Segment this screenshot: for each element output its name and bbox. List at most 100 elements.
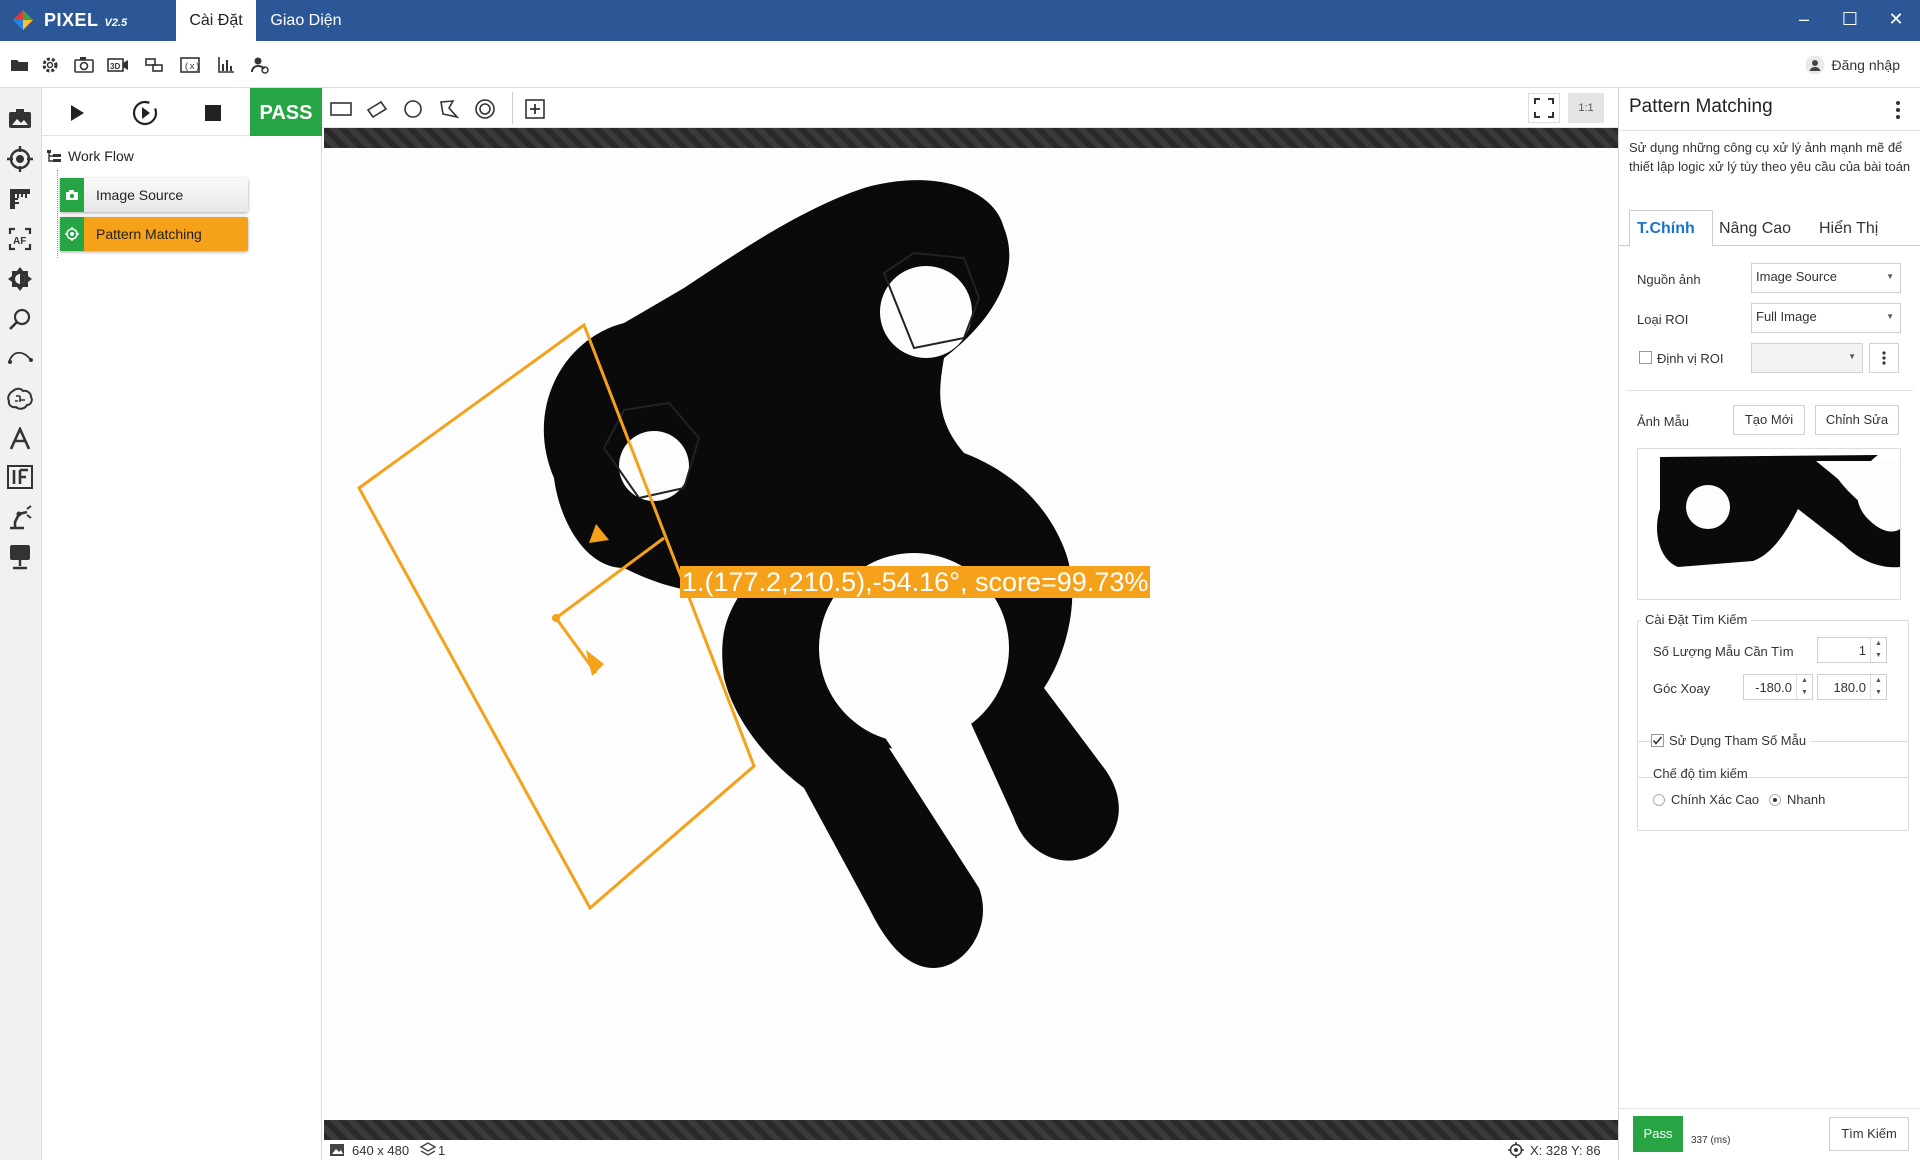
image-size-text: 640 x 480: [352, 1143, 410, 1158]
workflow-node-label: Pattern Matching: [96, 226, 202, 242]
minimize-button[interactable]: –: [1786, 4, 1822, 34]
spin-arrows-icon[interactable]: ▲ ▼: [1796, 675, 1812, 699]
rotated-rectangle-roi-icon[interactable]: [364, 96, 390, 122]
canvas-border-top: [324, 128, 1618, 148]
result-pass-badge: Pass: [1633, 1116, 1683, 1152]
execution-time: 337 (ms): [1691, 1135, 1730, 1146]
tab-display[interactable]: Hiển Thị: [1819, 220, 1878, 238]
tab-advanced[interactable]: Nâng Cao: [1719, 220, 1791, 238]
count-spinner[interactable]: 1 ▲ ▼: [1817, 637, 1887, 663]
zoom-1-1-button[interactable]: 1:1: [1568, 93, 1604, 123]
search-tool-icon[interactable]: [5, 304, 35, 334]
layers-count: 1: [438, 1143, 446, 1158]
spin-arrows-icon[interactable]: ▲ ▼: [1870, 638, 1886, 662]
run-button[interactable]: [62, 98, 92, 128]
workflow-connector: [57, 170, 58, 258]
angle-min-spinner[interactable]: -180.0 ▲ ▼: [1743, 674, 1813, 700]
panel-title: Pattern Matching: [1629, 96, 1773, 117]
video-3d-icon[interactable]: 3D: [106, 53, 130, 77]
curve-tool-icon[interactable]: [5, 342, 35, 372]
more-options-icon[interactable]: [1888, 98, 1908, 122]
use-params-checkbox[interactable]: [1651, 734, 1664, 747]
maximize-button[interactable]: ☐: [1832, 4, 1868, 34]
rectangle-roi-icon[interactable]: [328, 96, 354, 122]
template-params-group: [1637, 741, 1909, 831]
ring-roi-icon[interactable]: [472, 96, 498, 122]
target-icon: [60, 217, 84, 251]
angle-max-spinner[interactable]: 180.0 ▲ ▼: [1817, 674, 1887, 700]
roi-type-select[interactable]: Full Image ▼: [1751, 303, 1901, 333]
loop-play-icon: [132, 100, 158, 126]
image-viewport[interactable]: 1.(177.2,210.5),-54.16°, score=99.73%: [324, 148, 1618, 1120]
create-template-button[interactable]: Tạo Mới: [1733, 405, 1805, 435]
image-source-select[interactable]: Image Source ▼: [1751, 263, 1901, 293]
variable-icon[interactable]: (x): [178, 53, 202, 77]
roi-locate-menu-button[interactable]: [1869, 343, 1899, 373]
tool-category-bar: AF: [0, 88, 42, 1160]
run-controls: PASS: [42, 88, 322, 136]
svg-text:(x): (x): [184, 62, 200, 72]
tab-interface[interactable]: Giao Diện: [262, 0, 350, 41]
minimize-icon: –: [1798, 9, 1809, 29]
circle-roi-icon[interactable]: [400, 96, 426, 122]
polygon-roi-icon[interactable]: [436, 96, 462, 122]
mode-high-accuracy-label: Chính Xác Cao: [1671, 792, 1760, 807]
match-result-label: 1.(177.2,210.5),-54.16°, score=99.73%: [680, 566, 1151, 598]
stop-icon: [205, 105, 221, 121]
link-icon[interactable]: [142, 53, 166, 77]
cursor-coords: X: 328 Y: 86: [1530, 1143, 1601, 1158]
fit-screen-button[interactable]: [1528, 93, 1560, 123]
mode-high-accuracy-radio[interactable]: [1653, 794, 1665, 806]
mode-fast-radio[interactable]: [1769, 794, 1781, 806]
communication-icon[interactable]: [5, 542, 35, 572]
ai-brain-icon[interactable]: [5, 384, 35, 414]
fullscreen-icon: [1534, 98, 1554, 118]
panel-footer: Pass 337 (ms) Tìm Kiếm: [1619, 1108, 1920, 1160]
brightness-tool-icon[interactable]: [5, 264, 35, 294]
workflow-node-pattern-matching[interactable]: Pattern Matching: [60, 217, 248, 251]
svg-text:AF: AF: [13, 236, 26, 247]
spin-arrows-icon[interactable]: ▲ ▼: [1870, 675, 1886, 699]
user-icon: [1805, 55, 1825, 75]
camera-settings-icon[interactable]: [72, 53, 96, 77]
main-toolbar: 3D (x) Đăng nhập: [0, 41, 1920, 88]
workflow-node-image-source[interactable]: Image Source: [60, 178, 248, 212]
search-settings-label: Cài Đặt Tìm Kiếm: [1641, 612, 1752, 627]
kebab-icon: [1882, 351, 1886, 365]
chart-icon[interactable]: [214, 53, 238, 77]
login-label: Đăng nhập: [1831, 57, 1900, 73]
run-continuous-button[interactable]: [130, 98, 160, 128]
login-button[interactable]: Đăng nhập: [1805, 55, 1900, 75]
toolbar-divider: [512, 92, 513, 124]
stop-button[interactable]: [198, 98, 228, 128]
use-params-label: Sử Dụng Tham Số Mẫu: [1665, 733, 1811, 748]
auto-focus-icon[interactable]: AF: [5, 224, 35, 254]
roi-locate-select[interactable]: ▼: [1751, 343, 1863, 373]
add-roi-icon[interactable]: [522, 96, 548, 122]
if-logic-icon[interactable]: [5, 462, 35, 492]
edit-template-button[interactable]: Chỉnh Sửa: [1815, 405, 1899, 435]
settings-icon[interactable]: [38, 53, 62, 77]
close-icon: ✕: [1888, 9, 1904, 29]
checkmark-icon: [1652, 736, 1663, 745]
canvas-border-bottom: [324, 1120, 1618, 1140]
robot-arm-icon[interactable]: [5, 502, 35, 532]
close-button[interactable]: ✕: [1878, 4, 1914, 34]
camera-icon: [60, 178, 84, 212]
roi-locate-checkbox[interactable]: [1639, 351, 1652, 364]
image-canvas[interactable]: 1.(177.2,210.5),-54.16°, score=99.73%: [324, 128, 1618, 1140]
layers-icon: [420, 1142, 436, 1156]
image-tool-icon[interactable]: [5, 104, 35, 134]
angle-max-value: 180.0: [1833, 680, 1866, 695]
search-button[interactable]: Tìm Kiếm: [1829, 1117, 1909, 1151]
target-tool-icon[interactable]: [5, 144, 35, 174]
ocr-text-icon[interactable]: [5, 424, 35, 454]
measure-tool-icon[interactable]: [5, 184, 35, 214]
panel-tabs: T.Chính Nâng Cao Hiển Thị: [1619, 210, 1920, 247]
roi-locate-label: Định vị ROI: [1657, 351, 1724, 366]
folder-icon[interactable]: [8, 53, 32, 77]
play-icon: [71, 105, 84, 121]
user-settings-icon[interactable]: [248, 53, 272, 77]
tab-settings[interactable]: Cài Đặt: [176, 0, 256, 41]
tab-main[interactable]: T.Chính: [1637, 220, 1695, 238]
